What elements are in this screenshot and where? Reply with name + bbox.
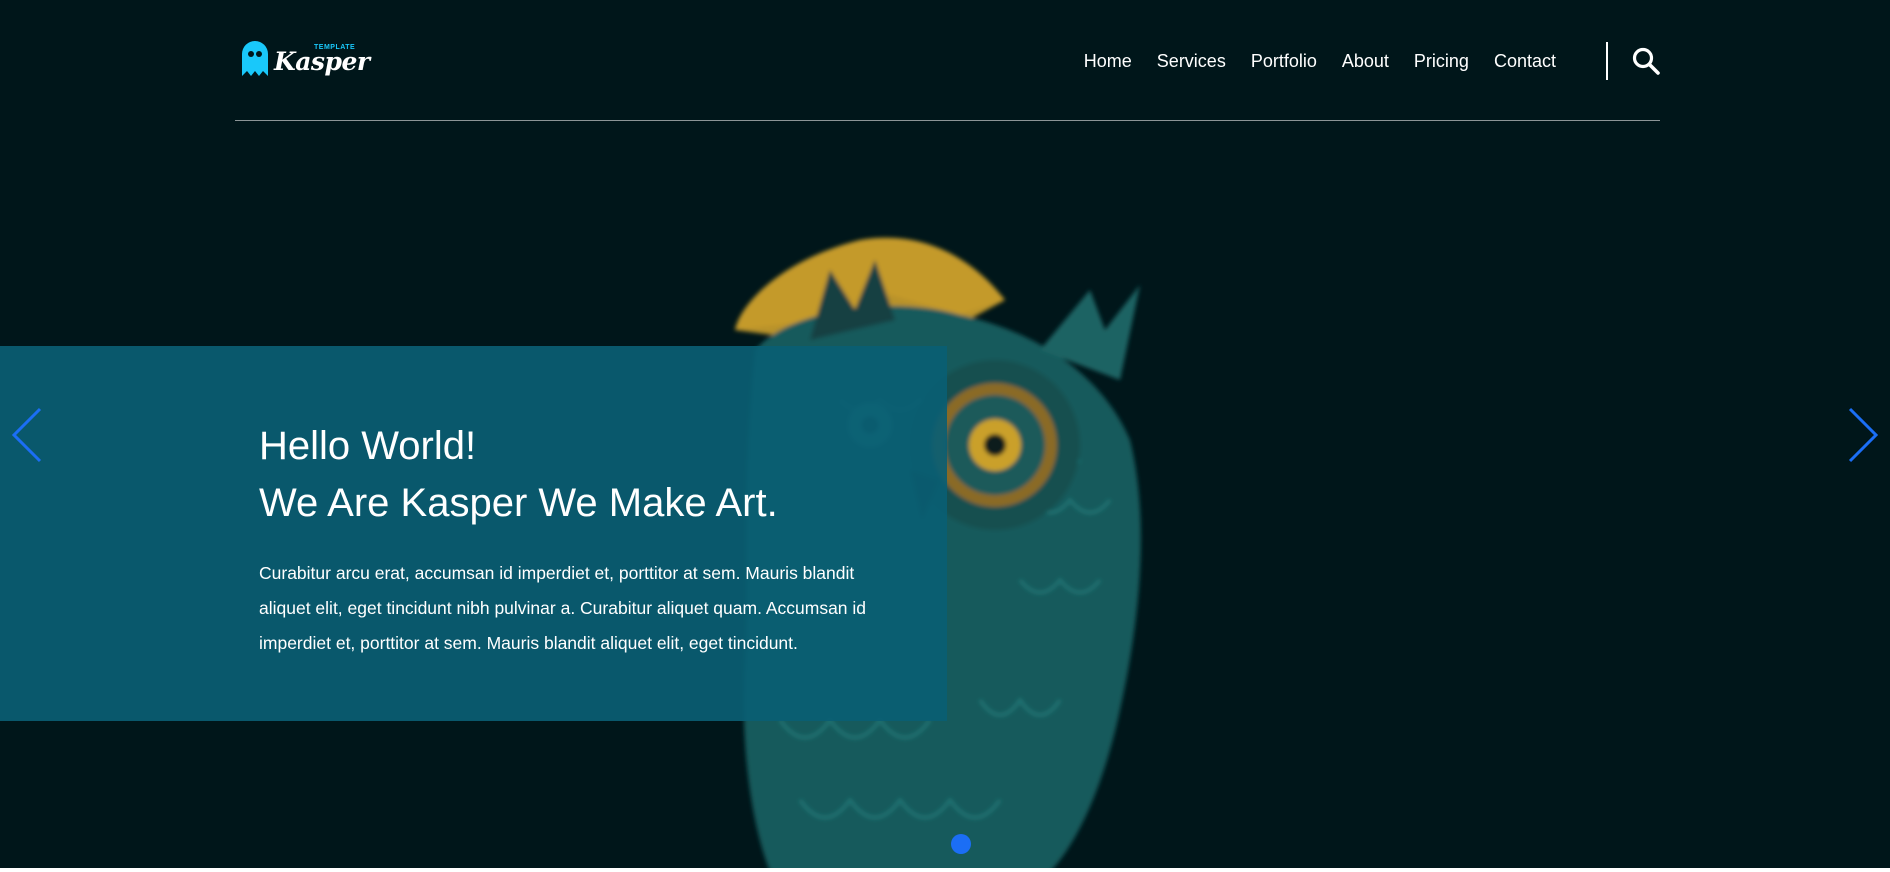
nav-pricing[interactable]: Pricing bbox=[1414, 37, 1469, 85]
slide-indicator-dot[interactable] bbox=[951, 834, 971, 854]
slide-heading-line-1: Hello World! bbox=[259, 424, 477, 468]
main-nav: Home Services Portfolio About Pricing Co… bbox=[1084, 37, 1660, 85]
nav-about[interactable]: About bbox=[1342, 37, 1389, 85]
slide-content-panel: Hello World! We Are Kasper We Make Art. … bbox=[0, 346, 947, 721]
chevron-left-icon[interactable] bbox=[10, 405, 46, 465]
nav-contact[interactable]: Contact bbox=[1494, 37, 1556, 85]
logo-text: TEMPLATE Kasper bbox=[274, 38, 370, 78]
ghost-icon bbox=[242, 41, 268, 76]
slide-paragraph: Curabitur arcu erat, accumsan id imperdi… bbox=[259, 563, 867, 653]
logo[interactable]: TEMPLATE Kasper bbox=[240, 38, 370, 78]
slide-heading: Hello World! We Are Kasper We Make Art. bbox=[259, 418, 778, 532]
hero-slider: TEMPLATE Kasper Home Services Portfolio … bbox=[0, 0, 1890, 868]
search-icon[interactable] bbox=[1632, 47, 1660, 75]
nav-portfolio[interactable]: Portfolio bbox=[1251, 37, 1317, 85]
logo-wordmark: Kasper bbox=[274, 47, 370, 76]
nav-services[interactable]: Services bbox=[1157, 37, 1226, 85]
nav-divider bbox=[1606, 42, 1608, 80]
chevron-right-icon[interactable] bbox=[1844, 405, 1880, 465]
nav-home[interactable]: Home bbox=[1084, 37, 1132, 85]
slide-heading-line-2: We Are Kasper We Make Art. bbox=[259, 481, 778, 525]
site-header: TEMPLATE Kasper Home Services Portfolio … bbox=[235, 0, 1660, 121]
